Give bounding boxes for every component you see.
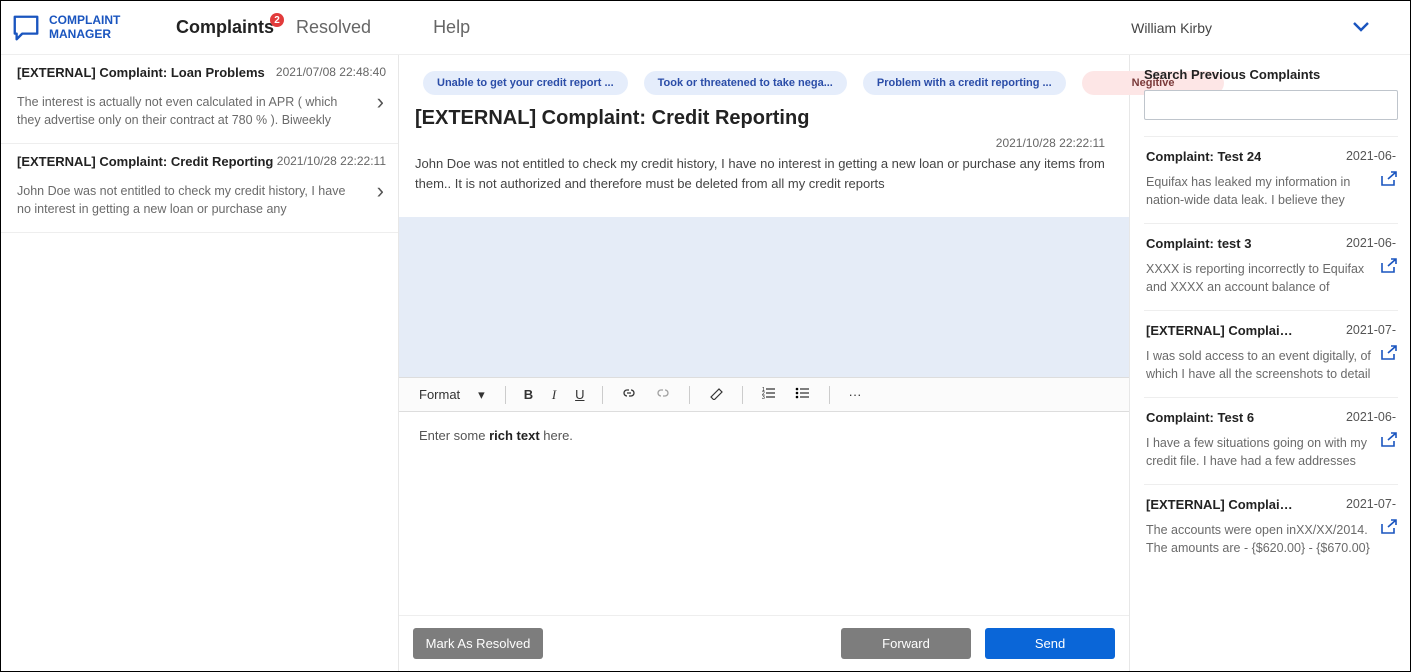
editor-input[interactable]: Enter some rich text here. (399, 412, 1129, 502)
previous-item-date: 2021-07- (1346, 323, 1396, 337)
format-label: Format (419, 387, 460, 402)
complaints-badge: 2 (270, 13, 284, 27)
previous-item[interactable]: [EXTERNAL] Complain... 2021-07- The accoun… (1144, 484, 1398, 571)
previous-item-body: I have a few situations going on with my… (1146, 435, 1376, 470)
inbox-item-title: [EXTERNAL] Complaint: Credit Reporting (17, 154, 273, 169)
previous-item-title: Complaint: test 3 (1146, 236, 1251, 251)
more-button[interactable]: ··· (842, 385, 867, 404)
inbox-item[interactable]: [EXTERNAL] Complaint: Credit Reporting 2… (1, 144, 398, 233)
separator (689, 386, 690, 404)
ordered-list-button[interactable]: 123 (755, 384, 783, 405)
category-tag[interactable]: Problem with a credit reporting ... (863, 71, 1066, 95)
app-logo: COMPLAINT MANAGER (11, 13, 176, 43)
category-tag[interactable]: Took or threatened to take nega... (644, 71, 847, 95)
bold-button[interactable]: B (518, 385, 539, 404)
separator (829, 386, 830, 404)
search-label: Search Previous Complaints (1144, 67, 1398, 82)
inbox-item-title: [EXTERNAL] Complaint: Loan Problems (17, 65, 265, 80)
previous-item-date: 2021-06- (1346, 410, 1396, 424)
app-header: COMPLAINT MANAGER Complaints 2 Resolved … (1, 1, 1410, 55)
nav-complaints-label: Complaints (176, 17, 274, 37)
previous-item-body: Equifax has leaked my information in nat… (1146, 174, 1376, 209)
send-button[interactable]: Send (985, 628, 1115, 659)
category-tag[interactable]: Unable to get your credit report ... (423, 71, 628, 95)
inbox-item-date: 2021/07/08 22:48:40 (276, 65, 386, 79)
inbox-item-body: The interest is actually not even calcul… (17, 94, 357, 129)
svg-text:3: 3 (762, 395, 765, 400)
nav-resolved[interactable]: Resolved (296, 17, 371, 38)
editor-placeholder-pre: Enter some (419, 428, 489, 443)
inbox-item[interactable]: [EXTERNAL] Complaint: Loan Problems 2021… (1, 55, 398, 144)
detail-title: [EXTERNAL] Complaint: Credit Reporting (415, 107, 1105, 130)
previous-item[interactable]: Complaint: Test 24 2021-06- Equifax has le… (1144, 136, 1398, 223)
unlink-button[interactable] (649, 384, 677, 405)
chevron-down-icon[interactable] (1352, 16, 1370, 39)
underline-button[interactable]: U (569, 385, 590, 404)
inbox-item-date: 2021/10/28 22:22:11 (277, 154, 386, 168)
separator (602, 386, 603, 404)
previous-item[interactable]: [EXTERNAL] Complain... 2021-07- I was sold… (1144, 310, 1398, 397)
main-nav: Complaints 2 Resolved Help (176, 17, 470, 38)
open-external-icon[interactable] (1380, 171, 1398, 190)
italic-button[interactable]: I (545, 385, 563, 405)
editor-placeholder-post: here. (540, 428, 573, 443)
previous-item-title: [EXTERNAL] Complain... (1146, 497, 1296, 512)
editor-placeholder-bold: rich text (489, 428, 540, 443)
reply-preview (399, 217, 1129, 377)
previous-item-body: The accounts were open inXX/XX/2014. The… (1146, 522, 1376, 557)
previous-item-title: [EXTERNAL] Complain... (1146, 323, 1296, 338)
separator (742, 386, 743, 404)
open-external-icon[interactable] (1380, 258, 1398, 277)
inbox-item-body: John Doe was not entitled to check my cr… (17, 183, 357, 218)
mark-resolved-button[interactable]: Mark As Resolved (413, 628, 543, 659)
user-name: William Kirby (1131, 20, 1212, 36)
chevron-right-icon[interactable]: › (377, 89, 384, 115)
detail-date: 2021/10/28 22:22:11 (415, 136, 1105, 150)
previous-item-body: I was sold access to an event digitally,… (1146, 348, 1376, 383)
speech-bubble-icon (11, 13, 41, 43)
search-input[interactable] (1144, 90, 1398, 120)
previous-item-date: 2021-07- (1346, 497, 1396, 511)
open-external-icon[interactable] (1380, 519, 1398, 538)
previous-item-title: Complaint: Test 6 (1146, 410, 1254, 425)
separator (505, 386, 506, 404)
open-external-icon[interactable] (1380, 432, 1398, 451)
app-name-line2: MANAGER (49, 28, 120, 42)
nav-help[interactable]: Help (433, 17, 470, 38)
reply-area: Format ▾ B I U (399, 217, 1129, 502)
caret-down-icon: ▾ (478, 387, 485, 403)
clear-format-button[interactable] (702, 384, 730, 405)
app-name-line1: COMPLAINT (49, 14, 120, 28)
forward-button[interactable]: Forward (841, 628, 971, 659)
editor-toolbar: Format ▾ B I U (399, 377, 1129, 412)
detail-pane: Unable to get your credit report ... Too… (399, 55, 1130, 671)
previous-item-date: 2021-06- (1346, 149, 1396, 163)
tag-row: Unable to get your credit report ... Too… (399, 55, 1129, 101)
nav-complaints[interactable]: Complaints 2 (176, 17, 274, 38)
main-area: [EXTERNAL] Complaint: Loan Problems 2021… (1, 55, 1410, 671)
previous-item-body: XXXX is reporting incorrectly to Equifax… (1146, 261, 1376, 296)
previous-item[interactable]: Complaint: Test 6 2021-06- I have a few si… (1144, 397, 1398, 484)
chevron-right-icon[interactable]: › (377, 178, 384, 204)
unordered-list-button[interactable] (789, 384, 817, 405)
previous-item-title: Complaint: Test 24 (1146, 149, 1261, 164)
link-button[interactable] (615, 384, 643, 405)
previous-item[interactable]: Complaint: test 3 2021-06- XXXX is reporti… (1144, 223, 1398, 310)
user-menu[interactable]: William Kirby (1131, 16, 1400, 39)
open-external-icon[interactable] (1380, 345, 1398, 364)
previous-pane: Search Previous Complaints Complaint: Te… (1130, 55, 1410, 671)
inbox-list: [EXTERNAL] Complaint: Loan Problems 2021… (1, 55, 399, 671)
format-dropdown[interactable]: Format ▾ (411, 385, 493, 405)
action-row: Mark As Resolved Forward Send (399, 615, 1129, 671)
detail-body: John Doe was not entitled to check my cr… (399, 150, 1129, 207)
previous-item-date: 2021-06- (1346, 236, 1396, 250)
